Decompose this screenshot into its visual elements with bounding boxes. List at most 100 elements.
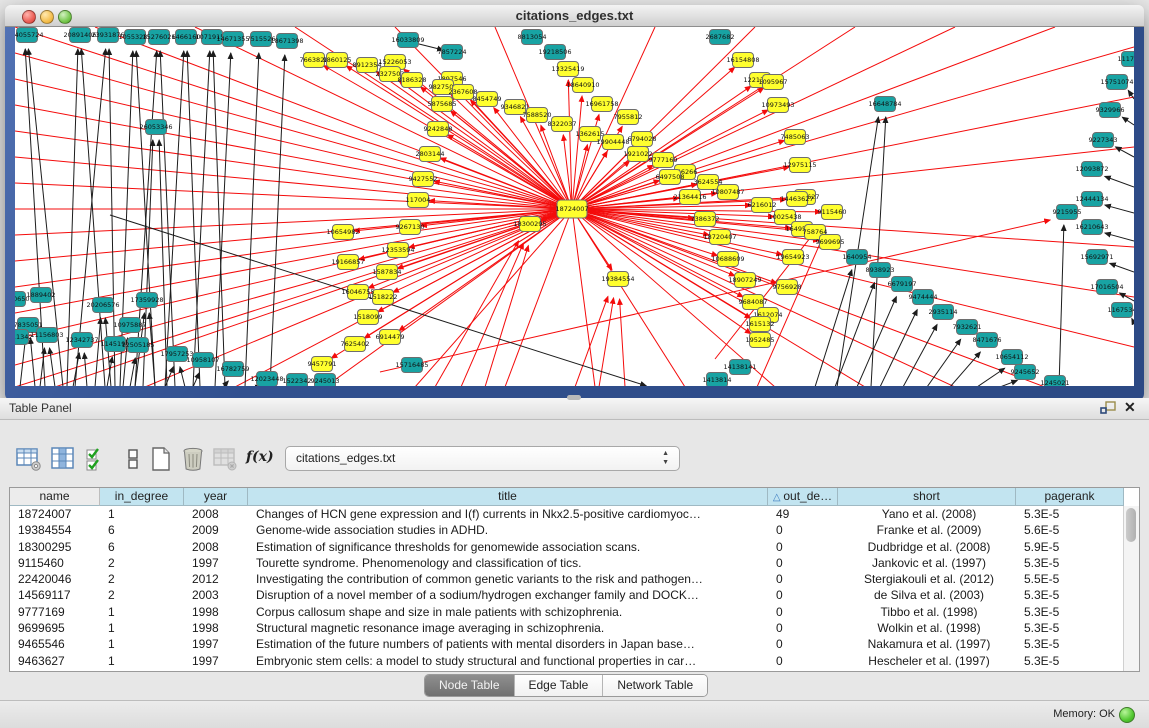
graph-node[interactable]: 1587834 [373, 265, 402, 280]
graph-node[interactable]: 16154808 [726, 53, 759, 68]
graph-node[interactable]: 26053346 [139, 120, 172, 135]
table-cell[interactable]: 5.3E-5 [1016, 604, 1124, 620]
table-cell[interactable]: 6 [100, 522, 184, 538]
graph-node[interactable]: 7386372 [691, 212, 720, 227]
graph-node[interactable]: 8186328 [398, 73, 427, 88]
graph-node[interactable]: 1413814 [703, 373, 732, 387]
node-table[interactable]: namein_degreeyeartitle△ out_de…shortpage… [9, 487, 1140, 672]
graph-node[interactable]: 9227343 [1089, 133, 1118, 148]
graph-node[interactable]: 19654923 [776, 250, 809, 265]
graph-node[interactable]: 7485063 [781, 130, 810, 145]
column-header-short[interactable]: short [838, 488, 1016, 506]
graph-node[interactable]: 117004 [406, 193, 431, 208]
graph-node[interactable]: 10973493 [761, 98, 794, 113]
table-row[interactable]: 1938455462009Genome-wide association stu… [10, 522, 1139, 538]
graph-node[interactable]: 7857224 [438, 45, 467, 60]
table-cell[interactable]: Changes of HCN gene expression and I(f) … [248, 506, 768, 522]
table-cell[interactable]: 49 [768, 506, 838, 522]
table-cell[interactable]: 5.9E-5 [1016, 539, 1124, 555]
scrollbar-thumb[interactable] [1126, 508, 1136, 542]
table-cell[interactable]: 2 [100, 571, 184, 587]
graph-node[interactable]: 1245021 [1041, 376, 1070, 387]
table-cell[interactable]: 1 [100, 506, 184, 522]
graph-node[interactable]: 2803144 [416, 147, 445, 162]
table-row[interactable]: 977716911998Corpus callosum shape and si… [10, 604, 1139, 620]
table-cell[interactable]: Tourette syndrome. Phenomenology and cla… [248, 555, 768, 571]
graph-node[interactable]: 16782759 [216, 362, 249, 377]
table-cell[interactable]: 18300295 [10, 539, 100, 555]
graph-node[interactable]: 19218506 [538, 45, 571, 60]
graph-node[interactable]: 1167534 [1108, 303, 1134, 318]
table-cell[interactable]: 5.3E-5 [1016, 587, 1124, 603]
tab-network-table[interactable]: Network Table [603, 675, 707, 696]
table-cell[interactable]: 9463627 [10, 653, 100, 669]
graph-node[interactable]: 8938923 [866, 263, 895, 278]
table-cell[interactable]: Dudbridge et al. (2008) [838, 539, 1016, 555]
graph-node[interactable]: 9699695 [816, 235, 845, 250]
table-cell[interactable]: 9465546 [10, 636, 100, 652]
table-cell[interactable]: 0 [768, 587, 838, 603]
graph-node[interactable]: 12975115 [783, 158, 816, 173]
graph-node[interactable]: 1889402 [27, 288, 56, 303]
table-cell[interactable]: Structural magnetic resonance image aver… [248, 620, 768, 636]
table-cell[interactable]: Corpus callosum shape and size in male p… [248, 604, 768, 620]
graph-node[interactable]: 8322037 [548, 117, 577, 132]
graph-node[interactable]: 9115460 [818, 205, 847, 220]
table-cell[interactable]: 1998 [184, 620, 248, 636]
table-cell[interactable]: 2003 [184, 587, 248, 603]
column-header-name[interactable]: name [10, 488, 100, 506]
table-cell[interactable]: 5.3E-5 [1016, 506, 1124, 522]
function-builder-icon[interactable]: f(x) [246, 449, 272, 475]
graph-node[interactable]: 14138141 [723, 360, 756, 375]
table-cell[interactable]: 0 [768, 620, 838, 636]
table-cell[interactable]: 1 [100, 604, 184, 620]
table-cell[interactable]: 1997 [184, 555, 248, 571]
table-panel-titlebar[interactable]: Table Panel ✕ [0, 398, 1149, 420]
graph-node[interactable]: 9756928 [773, 280, 802, 295]
graph-node[interactable]: 6216012 [748, 198, 777, 213]
table-cell[interactable]: Nakamura et al. (1997) [838, 636, 1016, 652]
table-cell[interactable]: 2 [100, 587, 184, 603]
graph-node[interactable]: 6679197 [888, 277, 917, 292]
table-cell[interactable]: Stergiakouli et al. (2012) [838, 571, 1016, 587]
graph-node[interactable]: 1518099 [354, 310, 383, 325]
graph-node[interactable]: 9245652 [1011, 365, 1040, 380]
graph-node[interactable]: 16961758 [585, 97, 618, 112]
graph-node[interactable]: 9329966 [1096, 103, 1125, 118]
graph-node[interactable]: 9215955 [1053, 205, 1082, 220]
graph-node[interactable]: 12093872 [1075, 162, 1108, 177]
table-cell[interactable]: 5.5E-5 [1016, 571, 1124, 587]
table-cell[interactable]: 0 [768, 653, 838, 669]
table-cell[interactable]: 5.3E-5 [1016, 555, 1124, 571]
table-vertical-scrollbar[interactable] [1123, 506, 1139, 671]
table-cell[interactable]: 5.3E-5 [1016, 636, 1124, 652]
graph-node[interactable]: 15751074 [1100, 75, 1133, 90]
table-cell[interactable]: 9115460 [10, 555, 100, 571]
table-row[interactable]: 969969511998Structural magnetic resonanc… [10, 620, 1139, 636]
graph-node[interactable]: 8813054 [518, 30, 547, 45]
table-cell[interactable]: 2012 [184, 571, 248, 587]
table-cell[interactable]: 0 [768, 555, 838, 571]
table-cell[interactable]: 2008 [184, 539, 248, 555]
graph-node[interactable]: 6497508 [656, 170, 685, 185]
graph-node[interactable]: 5875685 [428, 97, 457, 112]
graph-node[interactable]: 14055724 [15, 28, 44, 43]
graph-node[interactable]: 9267130 [396, 220, 425, 235]
close-panel-icon[interactable]: ✕ [1124, 399, 1136, 416]
table-cell[interactable]: 0 [768, 522, 838, 538]
table-cell[interactable]: 1997 [184, 653, 248, 669]
graph-node[interactable]: 9457791 [308, 357, 337, 372]
table-row[interactable]: 1872400712008Changes of HCN gene express… [10, 506, 1139, 522]
graph-node[interactable]: 9245013 [311, 374, 340, 387]
table-cell[interactable]: 0 [768, 571, 838, 587]
graph-node[interactable]: 10975887 [113, 318, 146, 333]
graph-node[interactable]: 13325419 [551, 62, 584, 77]
graph-node[interactable]: 1522342 [283, 374, 312, 387]
table-cell[interactable]: 18724007 [10, 506, 100, 522]
graph-node[interactable]: 19384554 [601, 272, 634, 287]
graph-node[interactable]: 9427552 [409, 172, 438, 187]
graph-node[interactable]: 15692971 [1080, 250, 1113, 265]
float-panel-icon[interactable] [1100, 401, 1116, 415]
table-select-dropdown[interactable]: citations_edges.txt ▲▼ [285, 446, 680, 471]
graph-node[interactable]: 7955812 [614, 110, 643, 125]
